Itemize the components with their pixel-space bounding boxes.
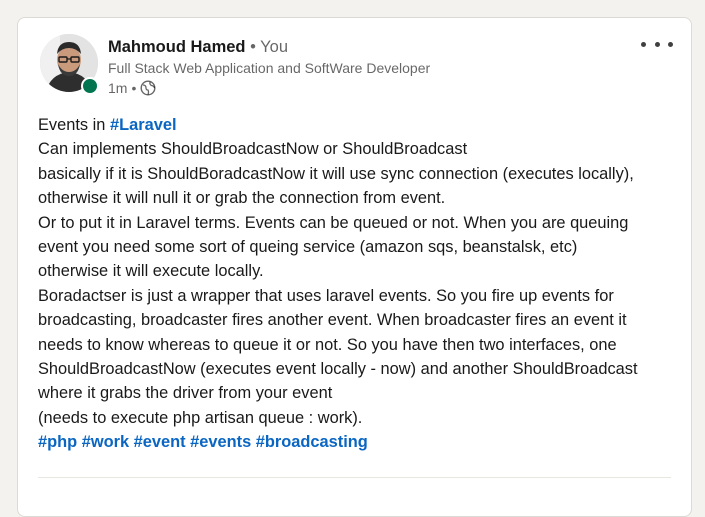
hashtag-events[interactable]: #events — [190, 433, 251, 451]
post-header: Mahmoud Hamed • You Full Stack Web Appli… — [108, 36, 631, 98]
globe-icon — [140, 80, 156, 96]
post-body: Events in #Laravel Can implements Should… — [38, 113, 678, 454]
post-line: event you need some sort of queing servi… — [38, 237, 578, 256]
post-line: where it grabs the driver from your even… — [38, 384, 333, 403]
post-line: Events in #Laravel — [38, 113, 678, 137]
hashtag-laravel[interactable]: #Laravel — [110, 116, 177, 134]
post-line: Can implements ShouldBroadcastNow or Sho… — [38, 140, 468, 159]
author-headline: Full Stack Web Application and SoftWare … — [108, 60, 431, 76]
post-text: Events in — [38, 116, 110, 134]
post-divider — [38, 477, 671, 478]
you-label: You — [260, 38, 289, 56]
post-line: basically if it is ShouldBoradcastNow it… — [38, 164, 634, 183]
hashtag-line: #php #work #event #events #broadcasting — [38, 430, 678, 454]
name-separator: • — [245, 38, 261, 56]
post-line: (needs to execute php artisan queue : wo… — [38, 408, 363, 427]
post-line: needs to know whereas to queue it or not… — [38, 335, 617, 354]
ellipsis-icon — [641, 41, 646, 47]
post-line: Or to put it in Laravel terms. Events ca… — [38, 213, 629, 232]
ellipsis-dot — [668, 41, 673, 47]
post-meta: 1m • — [108, 78, 631, 98]
hashtag-broadcasting[interactable]: #broadcasting — [256, 433, 368, 451]
hashtag-php[interactable]: #php — [38, 433, 77, 451]
online-status-indicator — [81, 77, 99, 95]
post-line: ShouldBroadcastNow (executes event local… — [38, 359, 638, 378]
post-time[interactable]: 1m — [108, 78, 127, 98]
author-line: Mahmoud Hamed • You — [108, 36, 631, 58]
post-card: Mahmoud Hamed • You Full Stack Web Appli… — [17, 17, 692, 517]
post-line: Boradactser is just a wrapper that uses … — [38, 286, 614, 305]
post-line: otherwise it will execute locally. — [38, 262, 264, 281]
meta-separator: • — [131, 80, 137, 96]
hashtag-event[interactable]: #event — [134, 433, 186, 451]
hashtag-work[interactable]: #work — [82, 433, 129, 451]
post-line: broadcasting, broadcaster fires another … — [38, 311, 627, 330]
ellipsis-dot — [654, 41, 660, 47]
author-name[interactable]: Mahmoud Hamed — [108, 38, 246, 56]
post-line: otherwise it will null it or grab the co… — [38, 189, 446, 208]
more-options-button[interactable] — [641, 36, 673, 52]
